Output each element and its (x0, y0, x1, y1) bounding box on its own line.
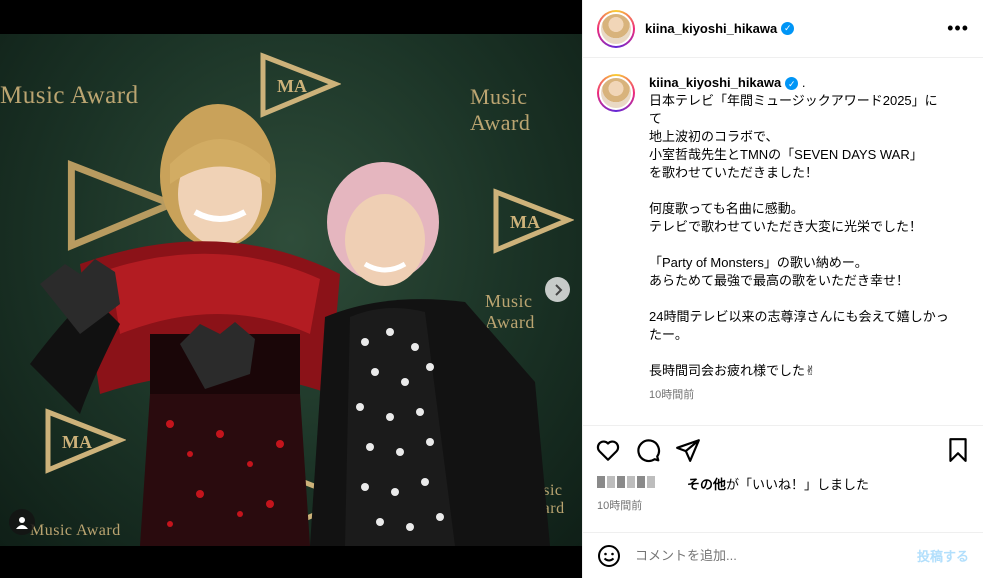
action-bar (583, 426, 983, 474)
likes-summary: その他 が「いいね！」しました (583, 474, 983, 493)
comment-bar: 投稿する (583, 532, 983, 578)
caption-gap (649, 344, 949, 362)
post-photo[interactable]: Music Award Music Award Music Award Musi… (0, 34, 582, 546)
caption-timestamp[interactable]: 10時間前 (649, 386, 949, 404)
liker-avatars[interactable] (597, 475, 657, 492)
chevron-right-icon[interactable] (545, 277, 570, 302)
backdrop-text: Music Award (470, 84, 531, 135)
caption-line: 24時間テレビ以来の志尊淳さんにも会えて嬉しかっ (649, 309, 949, 324)
avatar[interactable] (597, 9, 635, 48)
caption-line: 「Party of Monsters」の歌い納めー。 (649, 255, 868, 270)
person-right-illustration (310, 162, 550, 546)
comment-input[interactable] (635, 548, 917, 563)
caption-line: テレビで歌わせていただき大変に光栄でした！ (649, 219, 923, 234)
caption-suffix: . (801, 75, 806, 90)
caption-line: 地上波初のコラボで、 (649, 129, 779, 144)
instagram-post-view: Music Award Music Award Music Award Musi… (0, 0, 983, 578)
post-timestamp[interactable]: 10時間前 (583, 493, 983, 513)
caption-gap (649, 182, 949, 200)
avatar[interactable] (597, 74, 635, 112)
media-panel: Music Award Music Award Music Award Musi… (0, 0, 582, 578)
more-options-icon[interactable]: ••• (947, 18, 969, 39)
verified-badge-icon: ✓ (785, 77, 799, 91)
caption-line: 小室哲哉先生とTMNの「SEVEN DAYS WAR」 (649, 147, 923, 162)
caption-text: kiina_kiyoshi_hikawa ✓ . 日本テレビ「年間ミュージックアワ… (649, 74, 949, 425)
emoji-icon[interactable] (597, 544, 621, 568)
post-header: kiina_kiyoshi_hikawa ✓ ••• (583, 0, 983, 58)
caption-block: kiina_kiyoshi_hikawa ✓ . 日本テレビ「年間ミュージックアワ… (583, 58, 983, 426)
post-comment-button[interactable]: 投稿する (917, 546, 969, 565)
caption-gap (649, 236, 949, 254)
caption-line: 日本テレビ「年間ミュージックアワード2025」に (649, 93, 938, 108)
caption-line: 長時間司会お疲れ様でした✌ (649, 363, 816, 378)
caption-username[interactable]: kiina_kiyoshi_hikawa (649, 75, 781, 90)
header-username[interactable]: kiina_kiyoshi_hikawa (645, 21, 777, 36)
caption-gap (649, 290, 949, 308)
bookmark-icon[interactable] (945, 437, 971, 463)
caption-line: あらためて最強で最高の歌をいただき幸せ！ (649, 273, 910, 288)
heart-icon[interactable] (595, 437, 621, 463)
caption-line: 何度歌っても名曲に感動。 (649, 201, 804, 216)
svg-text:MA: MA (277, 76, 307, 96)
comment-icon[interactable] (635, 437, 661, 463)
post-details-panel: kiina_kiyoshi_hikawa ✓ ••• kiina_kiyoshi… (582, 0, 983, 578)
likes-text: が「いいね！」しました (726, 477, 870, 492)
person-left-illustration (30, 104, 340, 546)
caption-line: て (649, 111, 663, 126)
share-icon[interactable] (675, 437, 701, 463)
caption-line: たー。 (649, 327, 688, 342)
user-tag-icon[interactable] (9, 509, 35, 535)
likes-others-link[interactable]: その他 (687, 474, 726, 493)
verified-badge-icon: ✓ (781, 22, 795, 35)
caption-line: を歌わせていただきました！ (649, 165, 819, 180)
